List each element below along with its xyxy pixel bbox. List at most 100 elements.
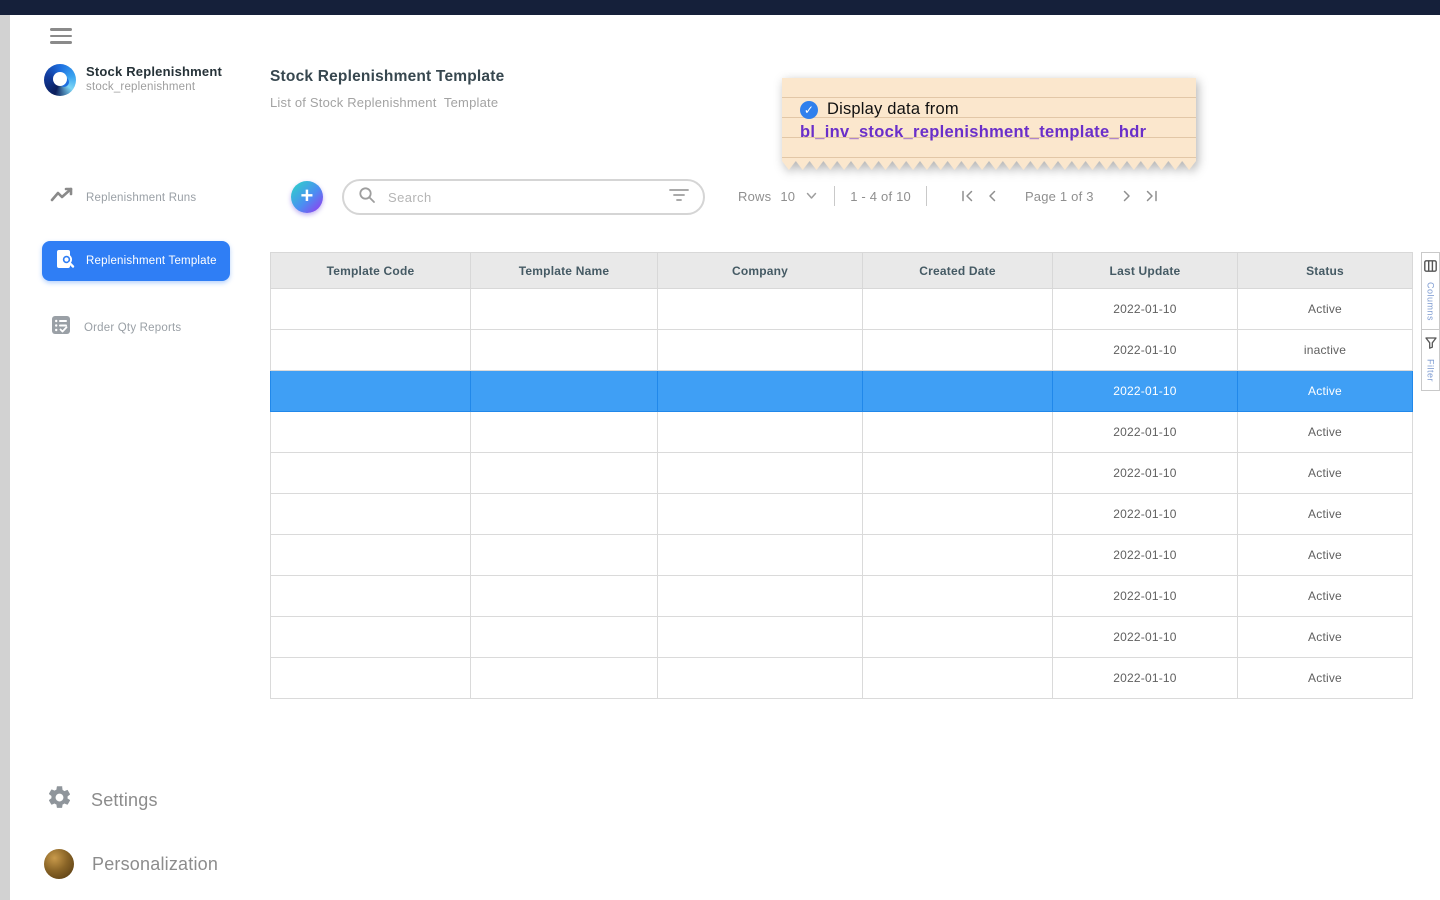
cell-created-date[interactable]	[863, 371, 1053, 412]
note-torn-edge	[782, 161, 1196, 170]
trend-line-icon	[50, 186, 74, 209]
column-header-company[interactable]: Company	[658, 253, 863, 289]
cell-company[interactable]	[658, 453, 863, 494]
avatar	[44, 849, 74, 879]
note-table-name: bl_inv_stock_replenishment_template_hdr	[800, 123, 1182, 142]
cell-last-update[interactable]: 2022-01-10	[1053, 535, 1238, 576]
cell-template-name[interactable]	[471, 330, 658, 371]
cell-status[interactable]: Active	[1238, 535, 1413, 576]
cell-status[interactable]: Active	[1238, 412, 1413, 453]
cell-last-update[interactable]: 2022-01-10	[1053, 330, 1238, 371]
cell-status[interactable]: Active	[1238, 658, 1413, 699]
cell-company[interactable]	[658, 658, 863, 699]
menu-hamburger-icon[interactable]	[50, 28, 72, 45]
cell-company[interactable]	[658, 412, 863, 453]
table-row[interactable]: 2022-01-10Active	[271, 412, 1413, 453]
cell-status[interactable]: Active	[1238, 576, 1413, 617]
cell-created-date[interactable]	[863, 576, 1053, 617]
cell-last-update[interactable]: 2022-01-10	[1053, 576, 1238, 617]
cell-template-code[interactable]	[271, 412, 471, 453]
cell-status[interactable]: Active	[1238, 453, 1413, 494]
cell-template-code[interactable]	[271, 576, 471, 617]
cell-template-name[interactable]	[471, 412, 658, 453]
prev-page-icon[interactable]	[985, 190, 999, 202]
cell-template-name[interactable]	[471, 371, 658, 412]
cell-template-code[interactable]	[271, 289, 471, 330]
rows-per-page-value[interactable]: 10	[780, 189, 795, 204]
range-text: 1 - 4 of 10	[850, 189, 911, 204]
cell-last-update[interactable]: 2022-01-10	[1053, 658, 1238, 699]
cell-last-update[interactable]: 2022-01-10	[1053, 289, 1238, 330]
table-row[interactable]: 2022-01-10Active	[271, 453, 1413, 494]
cell-company[interactable]	[658, 494, 863, 535]
table-row[interactable]: 2022-01-10inactive	[271, 330, 1413, 371]
cell-template-name[interactable]	[471, 658, 658, 699]
table-row[interactable]: 2022-01-10Active	[271, 576, 1413, 617]
cell-template-name[interactable]	[471, 617, 658, 658]
last-page-icon[interactable]	[1143, 190, 1160, 202]
cell-template-code[interactable]	[271, 453, 471, 494]
cell-template-name[interactable]	[471, 535, 658, 576]
column-header-template-name[interactable]: Template Name	[471, 253, 658, 289]
cell-company[interactable]	[658, 371, 863, 412]
first-page-icon[interactable]	[959, 190, 976, 202]
tab-columns[interactable]: Columns	[1422, 253, 1439, 329]
cell-created-date[interactable]	[863, 494, 1053, 535]
cell-template-name[interactable]	[471, 494, 658, 535]
cell-created-date[interactable]	[863, 453, 1053, 494]
cell-created-date[interactable]	[863, 617, 1053, 658]
app-logo	[44, 64, 76, 96]
sidebar-item-settings[interactable]: Settings	[46, 784, 158, 816]
cell-created-date[interactable]	[863, 330, 1053, 371]
sidebar-item-personalization[interactable]: Personalization	[44, 849, 218, 879]
cell-created-date[interactable]	[863, 658, 1053, 699]
cell-template-name[interactable]	[471, 289, 658, 330]
cell-last-update[interactable]: 2022-01-10	[1053, 617, 1238, 658]
search-box[interactable]	[342, 179, 705, 215]
cell-last-update[interactable]: 2022-01-10	[1053, 494, 1238, 535]
cell-created-date[interactable]	[863, 535, 1053, 576]
cell-template-code[interactable]	[271, 494, 471, 535]
cell-status[interactable]: Active	[1238, 289, 1413, 330]
search-input[interactable]	[388, 190, 657, 205]
cell-created-date[interactable]	[863, 412, 1053, 453]
cell-last-update[interactable]: 2022-01-10	[1053, 412, 1238, 453]
chevron-down-icon[interactable]	[804, 192, 819, 200]
sidebar-item-replenishment-runs[interactable]: Replenishment Runs	[50, 186, 196, 209]
table-row[interactable]: 2022-01-10Active	[271, 371, 1413, 412]
cell-company[interactable]	[658, 289, 863, 330]
cell-company[interactable]	[658, 617, 863, 658]
tab-filter[interactable]: Filter	[1422, 329, 1439, 390]
sidebar-item-order-qty-reports[interactable]: Order Qty Reports	[50, 314, 181, 341]
cell-company[interactable]	[658, 535, 863, 576]
cell-template-name[interactable]	[471, 576, 658, 617]
column-header-last-update[interactable]: Last Update	[1053, 253, 1238, 289]
cell-status[interactable]: inactive	[1238, 330, 1413, 371]
cell-template-name[interactable]	[471, 453, 658, 494]
next-page-icon[interactable]	[1120, 190, 1134, 202]
sidebar-item-replenishment-template[interactable]: Replenishment Template	[42, 241, 230, 281]
cell-created-date[interactable]	[863, 289, 1053, 330]
cell-status[interactable]: Active	[1238, 371, 1413, 412]
cell-status[interactable]: Active	[1238, 494, 1413, 535]
table-row[interactable]: 2022-01-10Active	[271, 289, 1413, 330]
cell-company[interactable]	[658, 576, 863, 617]
table-row[interactable]: 2022-01-10Active	[271, 658, 1413, 699]
cell-template-code[interactable]	[271, 371, 471, 412]
column-header-template-code[interactable]: Template Code	[271, 253, 471, 289]
table-row[interactable]: 2022-01-10Active	[271, 617, 1413, 658]
cell-template-code[interactable]	[271, 330, 471, 371]
cell-last-update[interactable]: 2022-01-10	[1053, 371, 1238, 412]
cell-company[interactable]	[658, 330, 863, 371]
table-row[interactable]: 2022-01-10Active	[271, 494, 1413, 535]
cell-template-code[interactable]	[271, 617, 471, 658]
cell-template-code[interactable]	[271, 535, 471, 576]
add-button[interactable]: +	[291, 181, 323, 213]
column-header-status[interactable]: Status	[1238, 253, 1413, 289]
cell-last-update[interactable]: 2022-01-10	[1053, 453, 1238, 494]
column-header-created-date[interactable]: Created Date	[863, 253, 1053, 289]
table-row[interactable]: 2022-01-10Active	[271, 535, 1413, 576]
cell-template-code[interactable]	[271, 658, 471, 699]
cell-status[interactable]: Active	[1238, 617, 1413, 658]
filter-lines-icon[interactable]	[669, 188, 689, 207]
